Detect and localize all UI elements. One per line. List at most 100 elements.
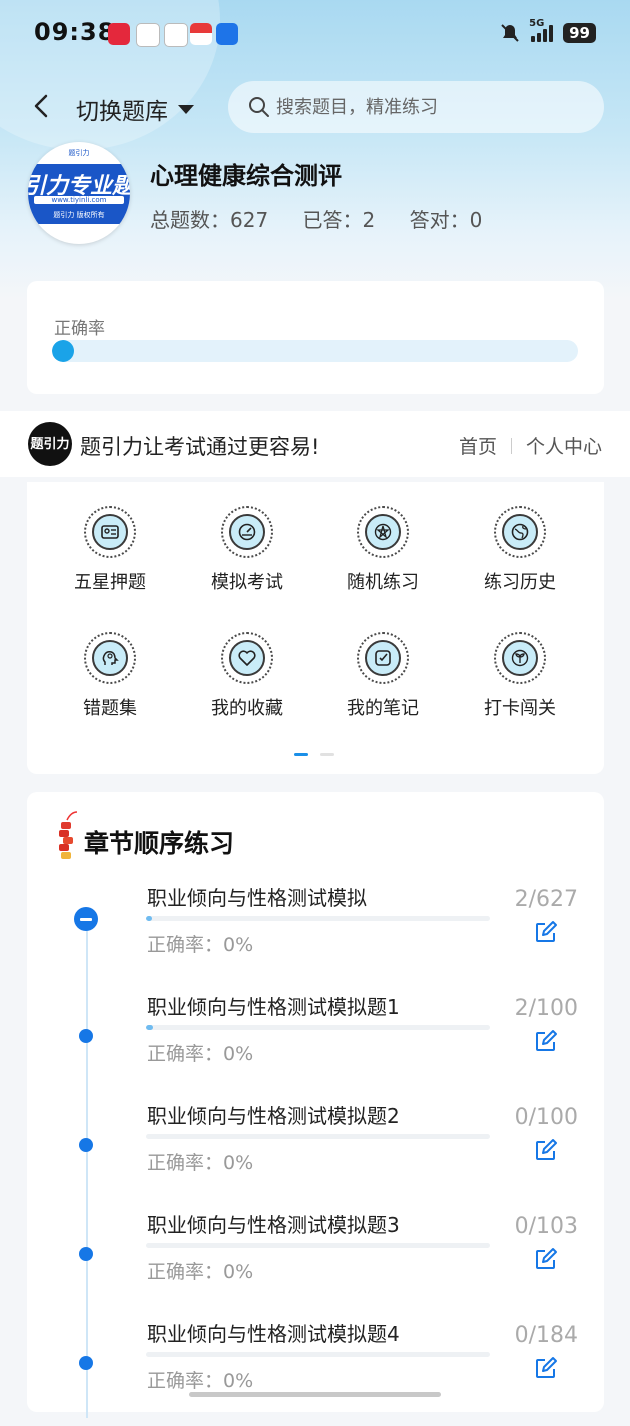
caret-down-icon xyxy=(178,104,194,114)
edit-icon[interactable] xyxy=(534,1029,558,1053)
chapter-row[interactable]: 职业倾向与性格测试模拟题4 正确率：0% 0/184 xyxy=(27,1318,604,1426)
chapter-row[interactable]: 职业倾向与性格测试模拟题3 正确率：0% 0/103 xyxy=(27,1209,604,1317)
speedometer-icon xyxy=(238,523,256,541)
globe-icon xyxy=(511,523,529,541)
menu-label: 打卡闯关 xyxy=(484,698,556,719)
switch-bank-label: 切换题库 xyxy=(76,99,168,125)
battery-indicator: 99 xyxy=(563,23,596,43)
heart-icon xyxy=(238,650,256,666)
accuracy-bar-fill xyxy=(52,340,74,362)
nav-home-link[interactable]: 首页 xyxy=(459,432,497,459)
timeline-dot xyxy=(79,1138,93,1152)
chapter-count: 2/100 xyxy=(514,996,578,1021)
brand-slogan: 题引力让考试通过更容易! xyxy=(80,435,320,459)
timeline-dot xyxy=(79,1029,93,1043)
page-dot-active xyxy=(294,753,308,756)
chat-bubble-icon xyxy=(164,23,188,47)
network-type: 5G xyxy=(529,18,545,29)
total-count: 总题数：627 xyxy=(150,208,269,232)
edit-icon[interactable] xyxy=(534,920,558,944)
sprout-icon xyxy=(511,649,529,667)
accuracy-bar xyxy=(52,340,578,362)
note-check-icon xyxy=(375,650,391,666)
edit-icon[interactable] xyxy=(534,1247,558,1271)
menu-item-five-star[interactable]: 五星押题 xyxy=(50,506,170,594)
chapter-count: 0/184 xyxy=(514,1323,578,1348)
xiaohongshu-icon xyxy=(108,23,130,45)
search-icon xyxy=(249,97,269,117)
page-indicator xyxy=(294,753,334,756)
switch-bank-dropdown[interactable]: 切换题库 xyxy=(76,92,194,126)
chat-icon xyxy=(136,23,160,47)
nav-profile-link[interactable]: 个人中心 xyxy=(526,432,602,459)
menu-label: 我的收藏 xyxy=(211,698,283,719)
chapter-row[interactable]: 职业倾向与性格测试模拟题2 正确率：0% 0/100 xyxy=(27,1100,604,1208)
chapter-count: 2/627 xyxy=(514,887,578,912)
feature-menu: 五星押题 模拟考试 随机练习 练习历史 错题集 我的收藏 我的笔记 打卡闯关 xyxy=(27,482,604,774)
edit-icon[interactable] xyxy=(534,1138,558,1162)
back-arrow-icon[interactable] xyxy=(28,92,56,120)
menu-item-random-practice[interactable]: 随机练习 xyxy=(323,506,443,594)
menu-item-history[interactable]: 练习历史 xyxy=(460,506,580,594)
nav-divider xyxy=(510,437,512,454)
status-bar: 09:38 5G 99 xyxy=(0,0,630,66)
chapter-progress-bar xyxy=(146,1352,490,1357)
chapter-card: 章节顺序练习 职业倾向与性格测试模拟 正确率：0% 2/627 职业倾向与性格测… xyxy=(27,792,604,1418)
timeline-dot xyxy=(79,1356,93,1370)
menu-label: 练习历史 xyxy=(484,572,556,593)
shuffle-star-icon xyxy=(374,523,392,541)
chapter-progress-bar xyxy=(146,1025,490,1030)
chapter-progress-fill xyxy=(146,916,153,921)
chapter-accuracy: 正确率：0% xyxy=(147,1261,254,1283)
menu-label: 模拟考试 xyxy=(211,572,283,593)
chapter-accuracy: 正确率：0% xyxy=(147,1152,254,1174)
chapter-section-title: 章节顺序练习 xyxy=(84,829,235,858)
menu-label: 我的笔记 xyxy=(347,698,419,719)
chapter-count: 0/100 xyxy=(514,1105,578,1130)
accuracy-label: 正确率 xyxy=(54,319,105,339)
menu-item-checkin[interactable]: 打卡闯关 xyxy=(460,632,580,720)
home-indicator[interactable] xyxy=(189,1392,441,1397)
search-input[interactable] xyxy=(274,95,578,119)
search-bar[interactable] xyxy=(228,81,604,133)
logo-caption: 题引力 版权所有 xyxy=(53,211,105,219)
menu-item-notes[interactable]: 我的笔记 xyxy=(323,632,443,720)
menu-item-mock-exam[interactable]: 模拟考试 xyxy=(187,506,307,594)
correct-count: 答对：0 xyxy=(409,208,483,232)
chapter-name: 职业倾向与性格测试模拟题3 xyxy=(147,1213,400,1237)
chapter-accuracy: 正确率：0% xyxy=(147,1043,254,1065)
collapse-icon[interactable] xyxy=(74,907,98,931)
bank-logo: 题引力 引力专业题 www.tiyinli.com 题引力 版权所有 xyxy=(28,142,130,244)
page-dot xyxy=(320,753,334,756)
chapter-name: 职业倾向与性格测试模拟题2 xyxy=(147,1104,400,1128)
menu-label: 五星押题 xyxy=(74,572,146,593)
menu-label: 错题集 xyxy=(83,698,137,719)
answered-count: 已答：2 xyxy=(302,208,376,232)
chapter-row[interactable]: 职业倾向与性格测试模拟题1 正确率：0% 2/100 xyxy=(27,991,604,1099)
chapter-name: 职业倾向与性格测试模拟题4 xyxy=(147,1322,400,1346)
bank-title: 心理健康综合测评 xyxy=(150,162,342,190)
bank-stats: 总题数：627 已答：2 答对：0 xyxy=(150,204,500,233)
brand-logo: 题引力 xyxy=(28,422,72,466)
blue-app-icon xyxy=(216,23,238,45)
edit-icon[interactable] xyxy=(534,1356,558,1380)
firecracker-icon xyxy=(59,811,78,859)
chapter-progress-fill xyxy=(146,1025,153,1030)
signal-icon: 5G xyxy=(529,18,554,42)
chapter-row[interactable]: 职业倾向与性格测试模拟 正确率：0% 2/627 xyxy=(27,882,604,990)
status-time: 09:38 xyxy=(34,18,116,46)
menu-item-favorites[interactable]: 我的收藏 xyxy=(187,632,307,720)
logo-top-text: 题引力 xyxy=(68,149,90,157)
chapter-name: 职业倾向与性格测试模拟 xyxy=(147,886,367,910)
red-app-icon xyxy=(190,23,212,45)
mute-bell-icon xyxy=(501,24,519,42)
menu-item-wrong-set[interactable]: 错题集 xyxy=(50,632,170,720)
chapter-name: 职业倾向与性格测试模拟题1 xyxy=(147,995,400,1019)
timeline-dot xyxy=(79,1247,93,1261)
chapter-progress-bar xyxy=(146,1243,490,1248)
chapter-progress-bar xyxy=(146,916,490,921)
chapter-accuracy: 正确率：0% xyxy=(147,934,254,956)
brand-strip: 题引力 题引力让考试通过更容易! 首页 个人中心 xyxy=(0,411,630,477)
menu-label: 随机练习 xyxy=(347,572,419,593)
id-card-icon xyxy=(101,525,119,539)
